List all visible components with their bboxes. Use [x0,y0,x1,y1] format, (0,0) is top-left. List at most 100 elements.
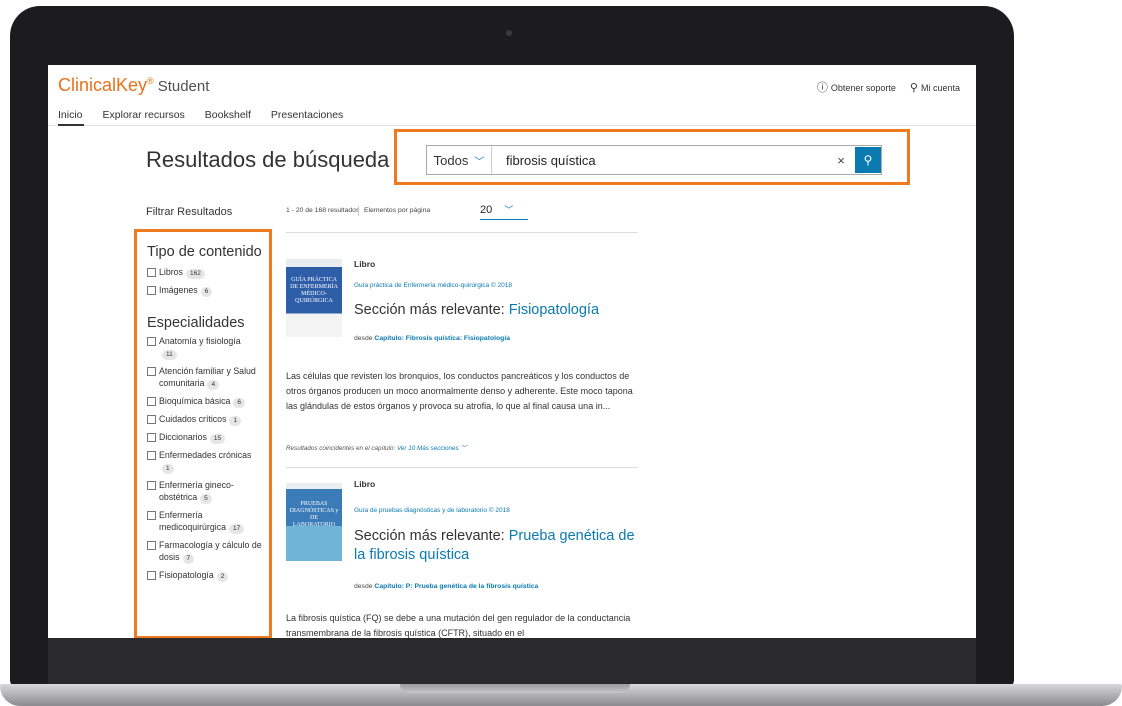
result-title-prefix: Sección más relevante: [354,302,505,318]
facet-label: Enfermería medicoquirúrgica [159,510,226,532]
facet-label: Imágenes [159,285,198,295]
search-input[interactable]: fibrosis quística [492,153,833,168]
checkbox[interactable] [147,415,156,424]
nav-explorar-recursos[interactable]: Explorar recursos [103,109,185,121]
search-button[interactable]: ⚲ [855,147,881,173]
result-more-label: Resultados coincidentes en el capítulo: [286,445,396,452]
nav-divider [48,125,976,126]
checkbox[interactable] [147,268,156,277]
checkbox[interactable] [147,481,156,490]
result-title-prefix: Sección más relevante: [354,528,505,544]
result-description: Las células que revisten los bronquios, … [286,371,633,411]
facet-item[interactable]: Imágenes 6 [147,284,267,297]
results-meta-separator [358,206,359,216]
result-from: desde Capítulo: Fibrosis quística: Fisio… [354,335,510,342]
per-page-select[interactable]: 20 ﹀ [480,203,528,220]
chevron-down-icon: ﹀ [474,156,485,168]
account-label: Mi cuenta [920,82,960,93]
facet-count: 6 [200,287,213,297]
search-bar: Todos ﹀ fibrosis quística × ⚲ [426,145,882,175]
result-item: GUÍA PRÁCTICA DE ENFERMERÍA MÉDICO-QUIRÚ… [286,245,642,465]
user-icon: ⚲ [909,81,918,94]
header-links: ⓘ Obtener soporte ⚲ Mi cuenta [817,79,960,95]
facet-item[interactable]: Libros 162 [147,266,267,279]
result-source[interactable]: Guía práctica de Enfermería médico-quirú… [354,282,512,289]
facet-count: 7 [182,554,195,564]
facets-panel: Tipo de contenido Libros 162 Imágenes 6 Es… [147,244,267,587]
browser-screen: ClinicalKey® Student ⓘ Obtener soporte ⚲ Mi… [48,65,976,638]
result-type: Libro [354,479,376,489]
checkbox[interactable] [147,511,156,520]
brand-name: ClinicalKey [58,75,148,95]
checkbox[interactable] [147,397,156,406]
facet-count: 162 [185,269,205,279]
result-title: Sección más relevante: Prueba genética d… [354,527,644,565]
facet-item[interactable]: Atención familiar y Salud comunitaria 4 [147,365,267,390]
facet-label: Anatomía y fisiología [159,336,241,346]
more-sections-link[interactable]: Ver 10 Más secciones [397,445,459,452]
result-type: Libro [354,259,376,269]
facet-count: 1 [162,464,174,474]
nav-bookshelf[interactable]: Bookshelf [205,109,251,121]
checkbox[interactable] [147,433,156,442]
facet-label: Farmacología y cálculo de dosis [159,540,262,562]
facet-count: 15 [209,434,226,444]
checkbox[interactable] [147,451,156,460]
facet-item[interactable]: Anatomía y fisiología 11 [147,335,267,360]
brand-logo[interactable]: ClinicalKey® Student [58,75,209,96]
brand-registered: ® [147,76,154,86]
result-chapter-link[interactable]: Capítulo: Fibrosis quística: Fisiopatolo… [374,335,510,342]
clear-icon[interactable]: × [833,153,849,168]
facet-item[interactable]: Cuidados críticos 1 [147,413,267,426]
book-cover-title: GUÍA PRÁCTICA DE ENFERMERÍA MÉDICO-QUIRÚ… [290,277,338,304]
checkbox[interactable] [147,337,156,346]
chevron-down-icon[interactable]: ﹀ [460,445,466,452]
result-chapter-link[interactable]: Capítulo: P: Prueba genética de la fibro… [374,583,538,590]
checkbox[interactable] [147,286,156,295]
facet-label: Cuidados críticos [159,414,227,424]
book-cover[interactable]: GUÍA PRÁCTICA DE ENFERMERÍA MÉDICO-QUIRÚ… [286,259,342,337]
nav-presentaciones[interactable]: Presentaciones [271,109,343,121]
support-label: Obtener soporte [830,83,896,93]
facet-count: 17 [229,524,245,534]
facet-label: Enfermedades crónicas [159,450,252,460]
main-nav: Inicio Explorar recursos Bookshelf Prese… [58,109,343,121]
results-count: 1 - 20 de 168 resultados [286,207,360,214]
per-page-value: 20 [480,204,493,216]
facet-count: 5 [200,494,212,504]
nav-active-indicator [58,124,84,126]
facet-item[interactable]: Fisiopatología 2 [147,569,267,582]
facets-highlight-frame: Tipo de contenido Libros 162 Imágenes 6 Es… [134,229,272,638]
camera-icon [506,30,512,36]
facet-item[interactable]: Diccionarios 15 [147,431,267,444]
checkbox[interactable] [147,541,156,550]
support-link[interactable]: ⓘ Obtener soporte [817,79,896,95]
filter-title: Filtrar Resultados [146,206,233,218]
facet-item[interactable]: Farmacología y cálculo de dosis 7 [147,539,267,564]
product-name: Student [157,78,210,95]
search-icon: ⚲ [863,153,873,167]
page-title: Resultados de búsqueda [146,147,390,172]
facet-item[interactable]: Bioquímica básica 6 [147,395,267,408]
nav-inicio[interactable]: Inicio [58,109,83,121]
facet-count: 6 [233,398,246,408]
facet-label: Diccionarios [159,432,207,442]
facet-item[interactable]: Enfermería gineco-obstétrica 5 [147,479,267,504]
checkbox[interactable] [147,571,156,580]
facet-item[interactable]: Enfermería medicoquirúrgica 17 [147,509,267,534]
book-cover[interactable]: PRUEBAS DIAGNÓSTICAS y DE LABORATORIO [286,483,342,561]
facet-item[interactable]: Enfermedades crónicas 1 [147,449,267,474]
account-link[interactable]: ⚲ Mi cuenta [910,81,960,94]
search-scope-select[interactable]: Todos ﹀ [427,146,492,174]
facet-count: 2 [216,572,229,582]
help-circle-icon: ⓘ [816,82,828,94]
checkbox[interactable] [147,367,156,376]
laptop-chin [48,638,976,688]
result-from-label: desde [354,335,373,342]
result-more: Resultados coincidentes en el capítulo: … [286,443,467,452]
result-description: La fibrosis quística (FQ) se debe a una … [286,613,631,638]
facet-label: Enfermería gineco-obstétrica [159,480,234,502]
result-title-link[interactable]: Fisiopatología [509,302,599,318]
result-source[interactable]: Guía de pruebas diagnósticas y de labora… [354,507,510,514]
per-page-label: Elementos por página [364,207,431,214]
